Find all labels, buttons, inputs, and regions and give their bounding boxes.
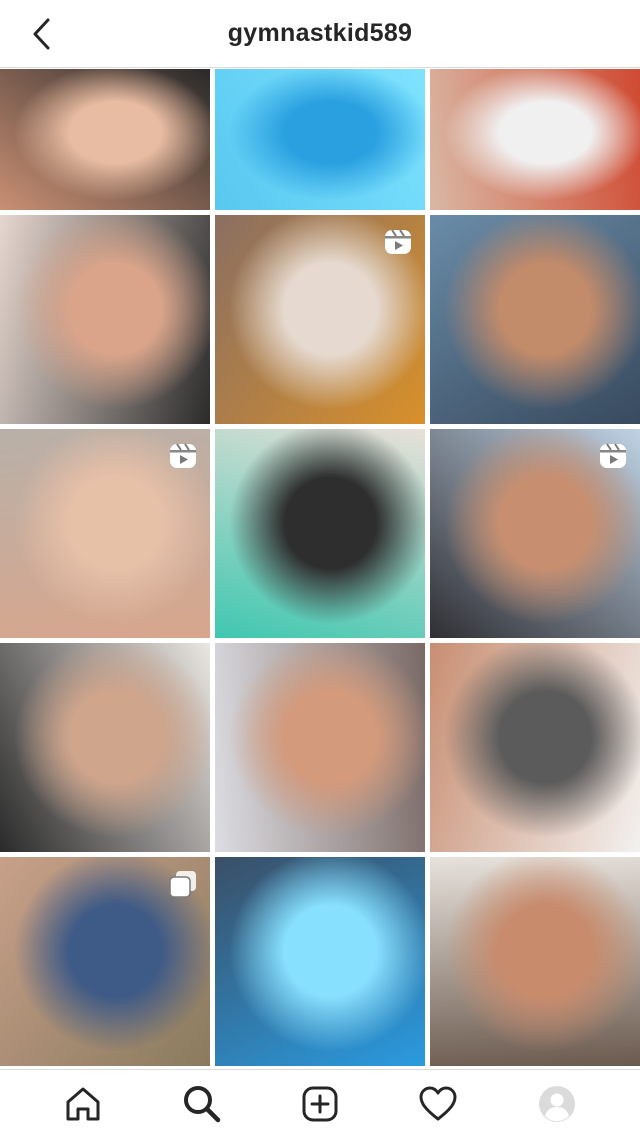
carousel-icon [168, 869, 198, 899]
post-thumbnail [215, 643, 425, 852]
grid-post-12[interactable] [430, 643, 640, 852]
grid-post-2[interactable] [215, 69, 425, 210]
chevron-left-icon [33, 18, 50, 50]
search-icon [183, 1086, 220, 1123]
post-thumbnail [0, 215, 210, 424]
profile-header: gymnastkid589 [0, 0, 640, 68]
post-thumbnail [430, 215, 640, 424]
profile-avatar-icon [538, 1086, 575, 1122]
reel-icon [598, 441, 628, 471]
grid-post-15[interactable] [430, 857, 640, 1066]
bottom-navigation [0, 1069, 640, 1138]
post-thumbnail [215, 69, 425, 210]
grid-post-1[interactable] [0, 69, 210, 210]
grid-post-10[interactable] [0, 643, 210, 852]
nav-activity[interactable] [406, 1072, 470, 1136]
nav-search[interactable] [170, 1072, 234, 1136]
reel-icon [383, 227, 413, 257]
grid-post-14[interactable] [215, 857, 425, 1066]
grid-post-9[interactable] [430, 429, 640, 638]
grid-post-6[interactable] [430, 215, 640, 424]
back-button[interactable] [22, 14, 62, 54]
post-thumbnail [215, 857, 425, 1066]
grid-post-3[interactable] [430, 69, 640, 210]
post-thumbnail [0, 69, 210, 210]
post-thumbnail [215, 429, 425, 638]
nav-new-post[interactable] [288, 1072, 352, 1136]
nav-home[interactable] [51, 1072, 115, 1136]
profile-photo-grid [0, 69, 640, 1069]
grid-post-7[interactable] [0, 429, 210, 638]
post-thumbnail [430, 857, 640, 1066]
activity-heart-icon [419, 1086, 457, 1121]
home-icon [66, 1087, 100, 1121]
nav-profile[interactable] [525, 1072, 589, 1136]
post-thumbnail [430, 643, 640, 852]
reel-icon [168, 441, 198, 471]
profile-username-title: gymnastkid589 [227, 19, 413, 47]
post-thumbnail [430, 69, 640, 210]
grid-post-11[interactable] [215, 643, 425, 852]
grid-post-5[interactable] [215, 215, 425, 424]
post-thumbnail [0, 643, 210, 852]
grid-post-8[interactable] [215, 429, 425, 638]
grid-post-4[interactable] [0, 215, 210, 424]
new-post-icon [302, 1086, 338, 1122]
grid-post-13[interactable] [0, 857, 210, 1066]
